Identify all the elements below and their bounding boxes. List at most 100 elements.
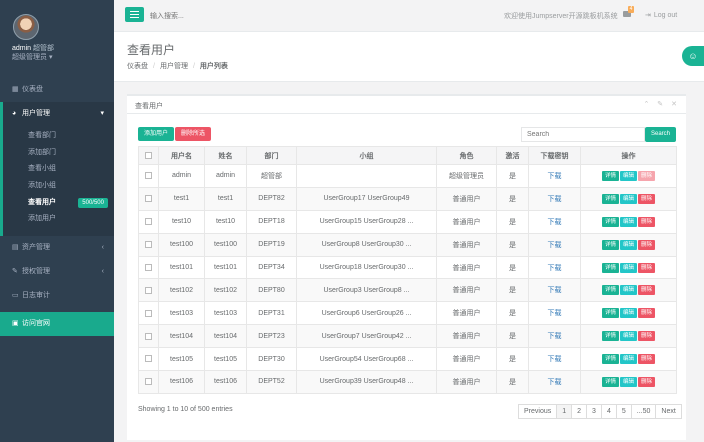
breadcrumb-user-management[interactable]: 用户管理 xyxy=(160,63,188,70)
profile-role-dropdown[interactable]: 超级管理员 ▾ xyxy=(12,53,114,62)
delete-button[interactable]: 删除 xyxy=(638,262,656,273)
download-key-link[interactable]: 下载 xyxy=(548,287,562,294)
row-select-cell xyxy=(138,209,159,234)
download-key-link[interactable]: 下载 xyxy=(548,219,562,226)
row-checkbox[interactable] xyxy=(145,332,152,340)
delete-button[interactable]: 删除 xyxy=(638,354,656,365)
sidebar-item-asset-management[interactable]: ▤ 资产管理 ‹ xyxy=(0,236,114,260)
submenu-item-add-department[interactable]: 添加部门 xyxy=(3,145,114,162)
column-header[interactable]: 用户名 xyxy=(158,146,205,165)
groups-cell: UserGroup8 UserGroup30 ... xyxy=(296,232,437,257)
details-button[interactable]: 详情 xyxy=(601,170,619,181)
logout-link[interactable]: ⇥ Log out xyxy=(645,11,677,19)
sidebar-item-permission-management[interactable]: ✎ 授权管理 ‹ xyxy=(0,260,114,284)
edit-button[interactable]: 编辑 xyxy=(619,376,637,387)
edit-button[interactable]: 编辑 xyxy=(619,170,637,181)
edit-button[interactable]: 编辑 xyxy=(619,331,637,342)
row-checkbox[interactable] xyxy=(145,240,152,248)
pagination-page-2[interactable]: 2 xyxy=(571,404,588,419)
pagination-previous[interactable]: Previous xyxy=(518,404,558,419)
download-key-link[interactable]: 下载 xyxy=(548,242,562,249)
panel-tools-icons[interactable]: ⌃ ✎ ✕ xyxy=(644,100,681,108)
chevron-left-icon: ‹ xyxy=(101,268,104,276)
download-key-link[interactable]: 下载 xyxy=(548,310,562,317)
sidebar-item-user-management[interactable]: ◕ 用户管理 ▾ xyxy=(0,102,114,126)
submenu-item-view-users[interactable]: 查看用户 500/500 xyxy=(3,195,114,212)
breadcrumb-dashboard[interactable]: 仪表盘 xyxy=(127,63,148,70)
details-button[interactable]: 详情 xyxy=(601,331,619,342)
edit-button[interactable]: 编辑 xyxy=(619,216,637,227)
global-search-input[interactable] xyxy=(150,9,350,23)
details-button[interactable]: 详情 xyxy=(601,308,619,319)
edit-button[interactable]: 编辑 xyxy=(619,285,637,296)
download-key-link[interactable]: 下载 xyxy=(548,333,562,340)
column-header[interactable]: 角色 xyxy=(436,146,497,165)
pagination-page-3[interactable]: 3 xyxy=(586,404,602,419)
details-button[interactable]: 详情 xyxy=(601,285,619,296)
groups-cell: UserGroup18 UserGroup30 ... xyxy=(296,255,437,280)
submenu-item-add-user[interactable]: 添加用户 xyxy=(3,211,114,228)
pagination-page-4[interactable]: 4 xyxy=(600,404,617,419)
edit-button[interactable]: 编辑 xyxy=(619,193,637,204)
submenu-item-add-group[interactable]: 添加小组 xyxy=(3,178,114,195)
delete-button[interactable]: 删除 xyxy=(638,285,656,296)
add-user-button[interactable]: 添加用户 xyxy=(138,127,175,141)
table-search-input[interactable] xyxy=(521,127,645,142)
department-cell: DEPT19 xyxy=(246,232,297,257)
delete-button[interactable]: 删除 xyxy=(638,239,656,250)
column-header[interactable]: 姓名 xyxy=(204,146,247,165)
column-header[interactable]: 小组 xyxy=(296,146,437,165)
submenu-item-view-groups[interactable]: 查看小组 xyxy=(3,161,114,178)
pagination-next[interactable]: Next xyxy=(655,404,682,419)
submenu-item-view-departments[interactable]: 查看部门 xyxy=(3,128,114,145)
row-checkbox[interactable] xyxy=(145,309,152,317)
delete-button[interactable]: 删除 xyxy=(638,193,656,204)
mail-count-badge: 4 xyxy=(628,6,634,13)
edit-button[interactable]: 编辑 xyxy=(619,354,637,365)
row-checkbox[interactable] xyxy=(145,218,152,226)
download-key-link[interactable]: 下载 xyxy=(548,356,562,363)
download-key-link[interactable]: 下载 xyxy=(548,265,562,272)
actions-cell: 详情 编辑 删除 xyxy=(580,370,677,394)
menu-toggle-button[interactable] xyxy=(125,7,144,22)
row-checkbox[interactable] xyxy=(145,355,152,363)
name-cell: test104 xyxy=(204,324,247,349)
delete-selected-button[interactable]: 删除所选 xyxy=(175,127,212,141)
website-icon: ▣ xyxy=(12,320,19,328)
pagination-page-50[interactable]: ...50 xyxy=(630,404,657,419)
delete-button[interactable]: 删除 xyxy=(638,376,656,387)
details-button[interactable]: 详情 xyxy=(601,354,619,365)
download-key-link[interactable]: 下载 xyxy=(548,196,562,203)
row-checkbox[interactable] xyxy=(145,263,152,271)
row-checkbox[interactable] xyxy=(145,378,152,386)
details-button[interactable]: 详情 xyxy=(601,262,619,273)
details-button[interactable]: 详情 xyxy=(601,239,619,250)
delete-button[interactable]: 删除 xyxy=(638,308,656,319)
edit-button[interactable]: 编辑 xyxy=(619,262,637,273)
row-checkbox[interactable] xyxy=(145,172,152,180)
column-header[interactable]: 激活 xyxy=(496,146,529,165)
pagination-page-1[interactable]: 1 xyxy=(556,404,573,419)
details-button[interactable]: 详情 xyxy=(601,376,619,387)
sidebar-item-dashboard[interactable]: ▦ 仪表盘 xyxy=(0,78,114,102)
user-plus-icon[interactable]: ☺ xyxy=(682,46,704,66)
delete-button[interactable]: 删除 xyxy=(638,331,656,342)
sidebar-item-log-audit[interactable]: ▭ 日志审计 xyxy=(0,284,114,308)
edit-button[interactable]: 编辑 xyxy=(619,239,637,250)
details-button[interactable]: 详情 xyxy=(601,216,619,227)
download-key-link[interactable]: 下载 xyxy=(548,173,562,180)
sidebar-item-official-website[interactable]: ▣ 访问官网 xyxy=(0,312,114,337)
row-checkbox[interactable] xyxy=(145,286,152,294)
edit-button[interactable]: 编辑 xyxy=(619,308,637,319)
delete-button[interactable]: 删除 xyxy=(638,216,656,227)
table-search-button[interactable]: Search xyxy=(645,127,676,142)
avatar[interactable] xyxy=(13,14,39,40)
pagination-page-5[interactable]: 5 xyxy=(615,404,632,419)
active-cell: 是 xyxy=(496,186,529,211)
column-header[interactable]: 部门 xyxy=(246,146,297,165)
download-key-link[interactable]: 下载 xyxy=(548,379,562,386)
row-checkbox[interactable] xyxy=(145,195,152,203)
select-all-checkbox[interactable] xyxy=(145,151,152,159)
column-header[interactable]: 下载密钥 xyxy=(528,146,581,165)
details-button[interactable]: 详情 xyxy=(601,193,619,204)
